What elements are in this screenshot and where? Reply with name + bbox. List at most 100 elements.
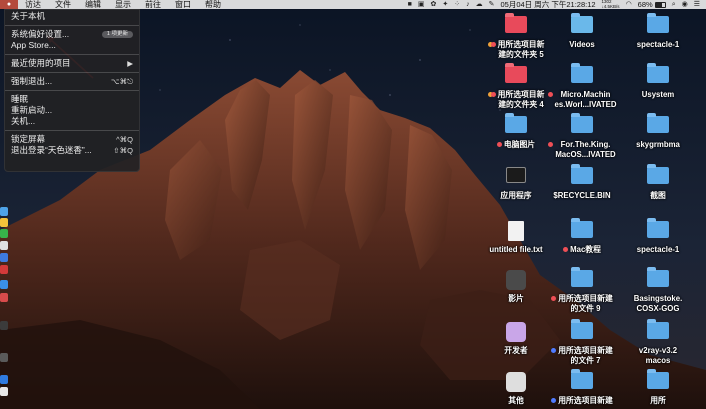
- menu-edit[interactable]: 编辑: [78, 0, 108, 9]
- paw-icon[interactable]: ✿: [431, 0, 437, 9]
- menu-about-this-mac[interactable]: 关于本机: [5, 11, 139, 22]
- menu-file[interactable]: 文件: [48, 0, 78, 9]
- menu-shutdown[interactable]: 关机...: [5, 116, 139, 127]
- desktop-item[interactable]: $RECYCLE.BIN: [542, 164, 622, 205]
- dock-app-icon[interactable]: [0, 253, 8, 262]
- desktop-item-label: skygrmbma: [618, 140, 698, 150]
- dock-app-icon[interactable]: [0, 293, 8, 302]
- apple-logo-icon[interactable]: ●: [0, 0, 18, 9]
- bell-icon[interactable]: ♪: [466, 0, 470, 9]
- menu-finder[interactable]: 访达: [18, 0, 48, 9]
- desktop-item[interactable]: For.The.King. MacOS...IVATED: [542, 113, 622, 159]
- menu-system-preferences[interactable]: 系统偏好设置... 1 项更新: [5, 29, 139, 40]
- app-icon-2[interactable]: ▣: [418, 0, 425, 9]
- desktop-item[interactable]: 用所选项目新建 的文件 9: [542, 267, 622, 313]
- label-line-2: es.Worl...IVATED: [554, 99, 617, 109]
- dock-app-icon[interactable]: [0, 353, 8, 362]
- desktop-item[interactable]: 用所选项目新建: [542, 369, 622, 409]
- label-line-1: 电脑图片: [503, 140, 536, 149]
- desktop-item[interactable]: Videos: [542, 13, 622, 54]
- forcequit-label: 强制退出...: [11, 76, 53, 86]
- net-download: ↓4.5KB/s: [601, 3, 620, 9]
- recent-label: 最近使用的项目: [11, 58, 71, 68]
- wrench-icon[interactable]: ✎: [489, 0, 495, 9]
- menu-log-out[interactable]: 退出登录“天色迷香”... ⇧⌘Q: [5, 145, 139, 156]
- battery-status[interactable]: 68%: [638, 0, 666, 9]
- desktop-item[interactable]: skygrmbma: [618, 113, 698, 154]
- menu-view[interactable]: 显示: [108, 0, 138, 9]
- sleep-label: 睡眠: [11, 94, 29, 104]
- desktop-item[interactable]: Usystem: [618, 63, 698, 104]
- siri-icon[interactable]: ◉: [682, 0, 688, 9]
- app-icon: [506, 322, 526, 342]
- menu-lock-screen[interactable]: 锁定屏幕 ^⌘Q: [5, 134, 139, 145]
- notification-list-icon[interactable]: ☰: [694, 0, 700, 9]
- desktop-item-text: 用所选项目新建 的文件 7: [558, 346, 613, 365]
- dock-app-icon[interactable]: [0, 207, 8, 216]
- desktop-item[interactable]: Basingstoke. COSX-GOG: [618, 267, 698, 313]
- dock-app-icon[interactable]: [0, 218, 8, 227]
- desktop-item-label: For.The.King. MacOS...IVATED: [542, 140, 622, 159]
- menu-force-quit[interactable]: 强制退出... ⌥⌘⎋: [5, 76, 139, 87]
- status-area: ■ ▣ ✿ ✦ ⁘ ♪ ☁ ✎ 05月04日 周六 下午21:28:12 130…: [408, 0, 706, 9]
- dock-app-icon[interactable]: [0, 265, 8, 274]
- desktop-item-text: 其他: [508, 396, 524, 406]
- wifi-icon[interactable]: ◠: [626, 0, 632, 9]
- dock-app-icon[interactable]: [0, 241, 8, 250]
- submenu-arrow-icon: ▶: [127, 59, 133, 68]
- desktop-item[interactable]: Micro.Machin es.Worl...IVATED: [542, 63, 622, 109]
- menu-window[interactable]: 窗口: [168, 0, 198, 9]
- desktop-item[interactable]: 截图: [618, 164, 698, 205]
- menu-recent-items[interactable]: 最近使用的项目 ▶: [5, 58, 139, 69]
- label-line-1: spectacle-1: [636, 245, 680, 254]
- folder-icon: [505, 13, 527, 33]
- app-icon-1[interactable]: ■: [408, 0, 412, 9]
- network-speed[interactable]: 1302 ↓4.5KB/s: [602, 0, 620, 9]
- menu-restart[interactable]: 重新启动...: [5, 105, 139, 116]
- folder-icon: [647, 369, 669, 389]
- folder-icon: [505, 63, 527, 83]
- desktop-item-label: 用所选项目新建: [542, 396, 622, 406]
- menu-sleep[interactable]: 睡眠: [5, 94, 139, 105]
- label-line-1: 用所选项目新建: [558, 294, 613, 303]
- desktop-item-text: 用所选项目新建 的文件 9: [558, 294, 613, 313]
- menu-app-store[interactable]: App Store...: [5, 40, 139, 51]
- color-tag-icon: [487, 42, 496, 47]
- folder-icon: [571, 319, 593, 339]
- menu-separator: [5, 54, 139, 55]
- dock-app-icon[interactable]: [0, 229, 8, 238]
- folder-icon: [571, 164, 593, 184]
- menu-help[interactable]: 帮助: [198, 0, 228, 9]
- menu-separator: [5, 25, 139, 26]
- dots-icon[interactable]: ⁘: [454, 0, 460, 9]
- desktop-item-label: Basingstoke. COSX-GOG: [618, 294, 698, 313]
- desktop-item[interactable]: 用所选项目新建 的文件 7: [542, 319, 622, 365]
- clock[interactable]: 05月04日 周六 下午21:28:12: [501, 0, 596, 9]
- desktop-item-text: v2ray-v3.2 macos: [639, 346, 677, 365]
- folder-icon: [571, 13, 593, 33]
- menu-separator: [5, 72, 139, 73]
- dock-app-icon[interactable]: [0, 387, 8, 396]
- desktop-item[interactable]: 用所: [618, 369, 698, 409]
- bird-icon[interactable]: ✦: [442, 0, 448, 9]
- dock-app-icon[interactable]: [0, 375, 8, 384]
- desktop-item-text: 用所选项目新建: [558, 396, 613, 406]
- dock-app-icon[interactable]: [0, 280, 8, 289]
- label-line-1: spectacle-1: [636, 40, 680, 49]
- color-tag-icon: [551, 348, 557, 353]
- label-line-1: 用所选项目新: [497, 90, 545, 99]
- desktop-item[interactable]: spectacle-1: [618, 218, 698, 259]
- desktop-item[interactable]: v2ray-v3.2 macos: [618, 319, 698, 365]
- desktop-item-text: 影片: [508, 294, 524, 304]
- folder-icon: [505, 113, 527, 133]
- color-tag-icon: [547, 92, 553, 97]
- desktop-item-text: spectacle-1: [637, 40, 679, 50]
- menu-go[interactable]: 前往: [138, 0, 168, 9]
- search-icon[interactable]: ⌕: [672, 0, 676, 9]
- dock-app-icon[interactable]: [0, 321, 8, 330]
- desktop-item[interactable]: Mac教程: [542, 218, 622, 259]
- about-label: 关于本机: [11, 11, 46, 21]
- cloud-icon[interactable]: ☁: [476, 0, 483, 9]
- desktop-item[interactable]: spectacle-1: [618, 13, 698, 54]
- apple-menu: 关于本机 系统偏好设置... 1 项更新 App Store... 最近使用的项…: [4, 9, 140, 172]
